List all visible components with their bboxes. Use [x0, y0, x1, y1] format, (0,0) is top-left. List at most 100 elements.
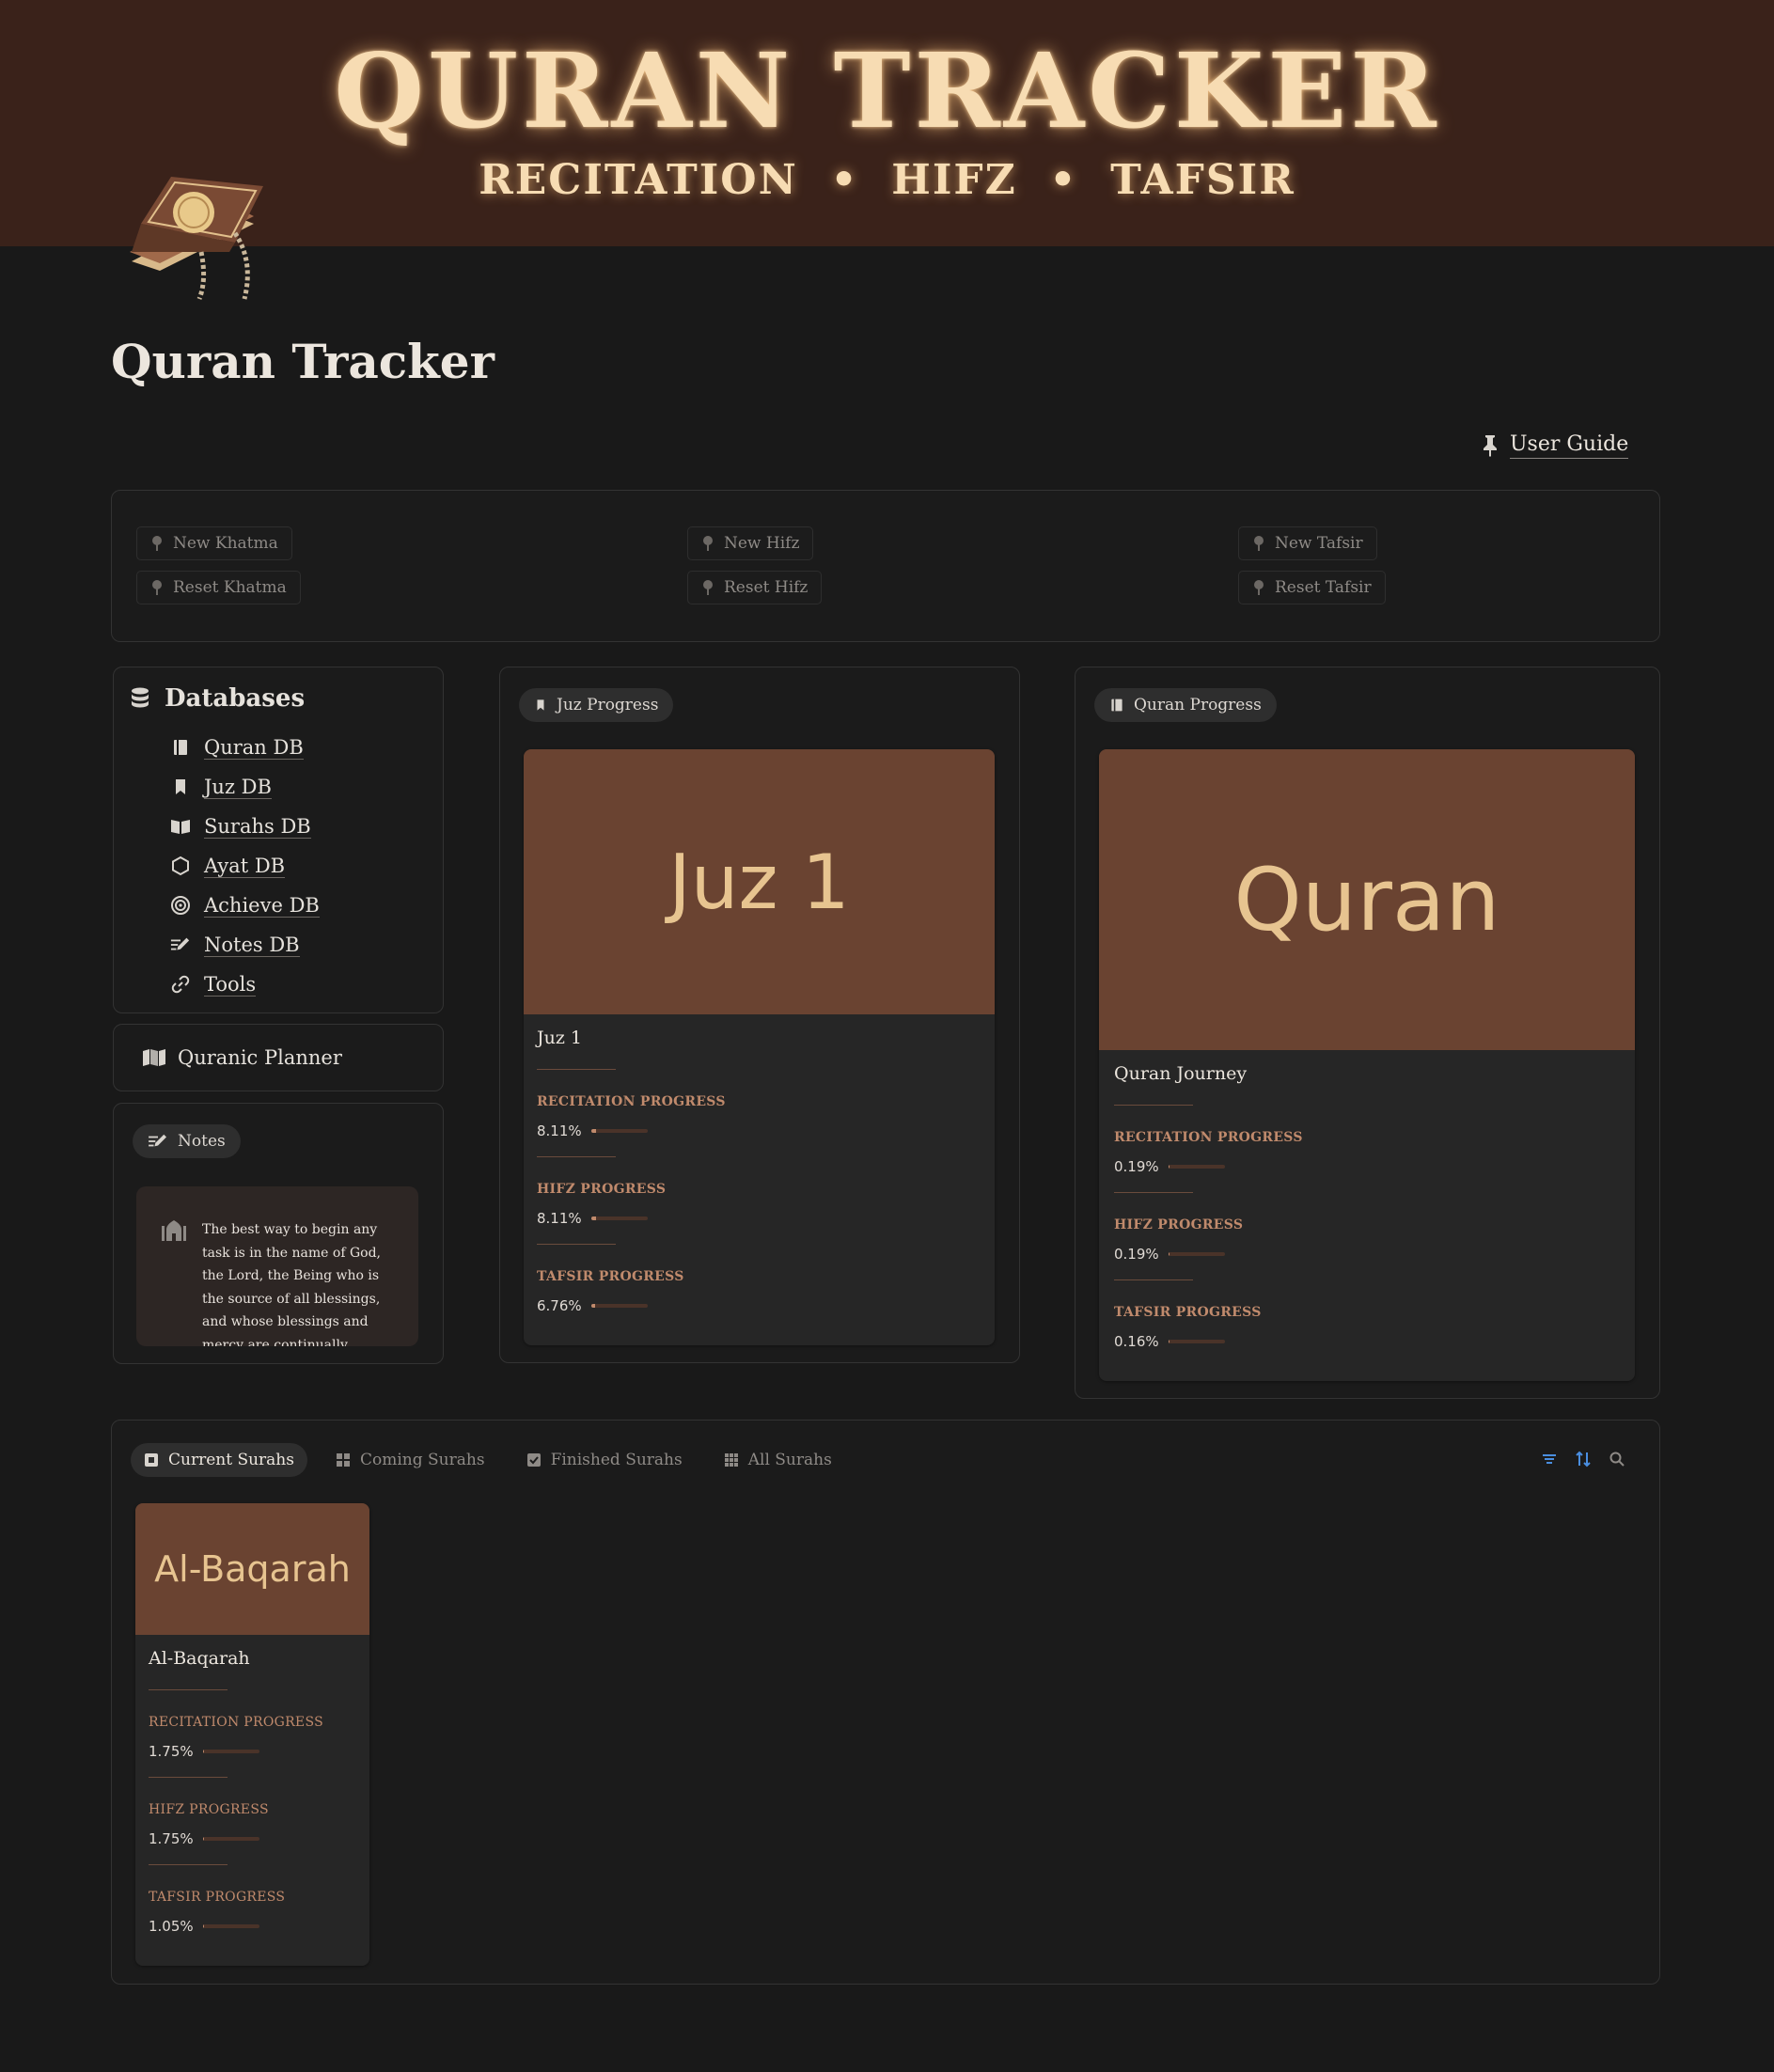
tafsir-label: TAFSIR PROGRESS [149, 1890, 286, 1905]
banner-title: QURAN TRACKER [334, 30, 1440, 151]
divider [149, 1689, 228, 1690]
progress-bar-fill [1168, 1340, 1170, 1343]
reset-khatma-label: Reset Khatma [173, 578, 287, 597]
notes-pill[interactable]: Notes [133, 1124, 241, 1158]
tab-label: All Surahs [747, 1451, 832, 1469]
new-khatma-label: New Khatma [173, 534, 278, 553]
new-tafsir-label: New Tafsir [1275, 534, 1363, 553]
db-item-label: Ayat DB [204, 854, 286, 878]
pin-icon [703, 580, 713, 595]
divider [1114, 1279, 1193, 1280]
pin-icon [1254, 580, 1264, 595]
progress-bar [202, 1837, 259, 1841]
db-item-notes[interactable]: Notes DB [170, 925, 320, 965]
pin-icon [1484, 435, 1497, 457]
juz-card[interactable]: Juz 1 Juz 1 RECITATION PROGRESS 8.11% HI… [524, 749, 995, 1345]
pin-icon [703, 536, 713, 551]
mosque-icon [162, 1220, 186, 1241]
recitation-label: RECITATION PROGRESS [149, 1715, 323, 1730]
db-item-quran[interactable]: Quran DB [170, 728, 320, 767]
db-item-label: Quran DB [204, 735, 304, 760]
filter-icon[interactable] [1541, 1451, 1558, 1468]
db-item-tools[interactable]: Tools [170, 965, 320, 1004]
recitation-label: RECITATION PROGRESS [537, 1094, 726, 1109]
tab-label: Coming Surahs [359, 1451, 485, 1469]
edit-list-icon [170, 934, 191, 955]
bookmark-icon [170, 777, 191, 797]
db-item-achieve[interactable]: Achieve DB [170, 886, 320, 925]
reset-khatma-button[interactable]: Reset Khatma [136, 571, 301, 604]
hifz-label: HIFZ PROGRESS [149, 1802, 269, 1817]
hifz-label: HIFZ PROGRESS [537, 1182, 667, 1197]
db-item-juz[interactable]: Juz DB [170, 767, 320, 807]
edit-list-icon [149, 1134, 166, 1147]
quote-text: The best way to begin any task is in the… [202, 1222, 381, 1346]
tab-all-surahs[interactable]: All Surahs [711, 1443, 845, 1477]
hifz-value: 8.11% [537, 1210, 582, 1227]
pin-icon [152, 536, 162, 551]
search-icon[interactable] [1609, 1451, 1625, 1468]
recitation-value: 8.11% [537, 1122, 582, 1139]
surah-card[interactable]: Al-Baqarah Al-Baqarah RECITATION PROGRES… [135, 1503, 369, 1966]
divider [537, 1156, 616, 1157]
progress-bar-fill [202, 1924, 205, 1928]
juz-progress-panel: Juz Progress Juz 1 Juz 1 RECITATION PROG… [499, 667, 1020, 1363]
sort-icon[interactable] [1575, 1451, 1592, 1468]
new-khatma-button[interactable]: New Khatma [136, 526, 292, 560]
progress-bar [202, 1924, 259, 1928]
progress-bar [590, 1217, 648, 1220]
progress-bar-fill [590, 1304, 595, 1308]
grid-icon [724, 1453, 738, 1467]
recitation-value: 0.19% [1114, 1158, 1159, 1175]
progress-bar-fill [590, 1129, 596, 1133]
tab-finished-surahs[interactable]: Finished Surahs [513, 1443, 696, 1477]
user-guide-link[interactable]: User Guide [1482, 432, 1629, 459]
quran-progress-panel: Quran Progress Quran Quran Journey RECIT… [1075, 667, 1660, 1399]
open-book-icon [170, 816, 191, 837]
db-item-label: Juz DB [204, 775, 272, 799]
user-guide-label: User Guide [1510, 432, 1629, 459]
tafsir-value: 0.16% [1114, 1333, 1159, 1350]
tafsir-label: TAFSIR PROGRESS [537, 1269, 684, 1284]
card-title: Juz 1 [537, 1028, 582, 1048]
tab-current-surahs[interactable]: Current Surahs [131, 1443, 307, 1477]
pin-icon [1254, 536, 1264, 551]
map-icon [143, 1049, 165, 1066]
recitation-value: 1.75% [149, 1743, 194, 1760]
tab-label: Current Surahs [168, 1451, 294, 1469]
quran-progress-pill[interactable]: Quran Progress [1094, 688, 1277, 722]
reset-tafsir-label: Reset Tafsir [1275, 578, 1372, 597]
action-buttons-panel: New Khatma Reset Khatma New Hifz Reset H… [111, 490, 1660, 642]
progress-bar-fill [202, 1750, 205, 1753]
juz-progress-label: Juz Progress [557, 696, 659, 714]
tab-coming-surahs[interactable]: Coming Surahs [322, 1443, 498, 1477]
recitation-label: RECITATION PROGRESS [1114, 1130, 1303, 1145]
card-title: Quran Journey [1114, 1063, 1248, 1084]
juz-progress-pill[interactable]: Juz Progress [519, 688, 674, 722]
db-item-surahs[interactable]: Surahs DB [170, 807, 320, 846]
notes-panel: Notes The best way to begin any task is … [113, 1103, 444, 1364]
juz-card-cover: Juz 1 [524, 749, 995, 1014]
reset-tafsir-button[interactable]: Reset Tafsir [1238, 571, 1386, 604]
card-title: Al-Baqarah [149, 1648, 250, 1669]
db-item-label: Surahs DB [204, 814, 311, 839]
tab-label: Finished Surahs [550, 1451, 683, 1469]
reset-hifz-button[interactable]: Reset Hifz [687, 571, 823, 604]
surah-card-cover: Al-Baqarah [135, 1503, 369, 1635]
hexagon-icon [170, 855, 191, 876]
reset-hifz-label: Reset Hifz [724, 578, 809, 597]
progress-bar [590, 1304, 648, 1308]
new-tafsir-button[interactable]: New Tafsir [1238, 526, 1377, 560]
new-hifz-button[interactable]: New Hifz [687, 526, 814, 560]
quran-card[interactable]: Quran Quran Journey RECITATION PROGRESS … [1099, 749, 1635, 1381]
databases-heading: Databases [165, 684, 306, 713]
quranic-planner-label: Quranic Planner [178, 1046, 342, 1069]
hifz-label: HIFZ PROGRESS [1114, 1217, 1244, 1232]
progress-bar [202, 1750, 259, 1753]
book-icon [170, 737, 191, 758]
db-item-ayat[interactable]: Ayat DB [170, 846, 320, 886]
quranic-planner-link[interactable]: Quranic Planner [113, 1024, 444, 1091]
database-icon [132, 687, 149, 708]
bookmark-icon [537, 699, 544, 711]
progress-bar-fill [202, 1837, 205, 1841]
